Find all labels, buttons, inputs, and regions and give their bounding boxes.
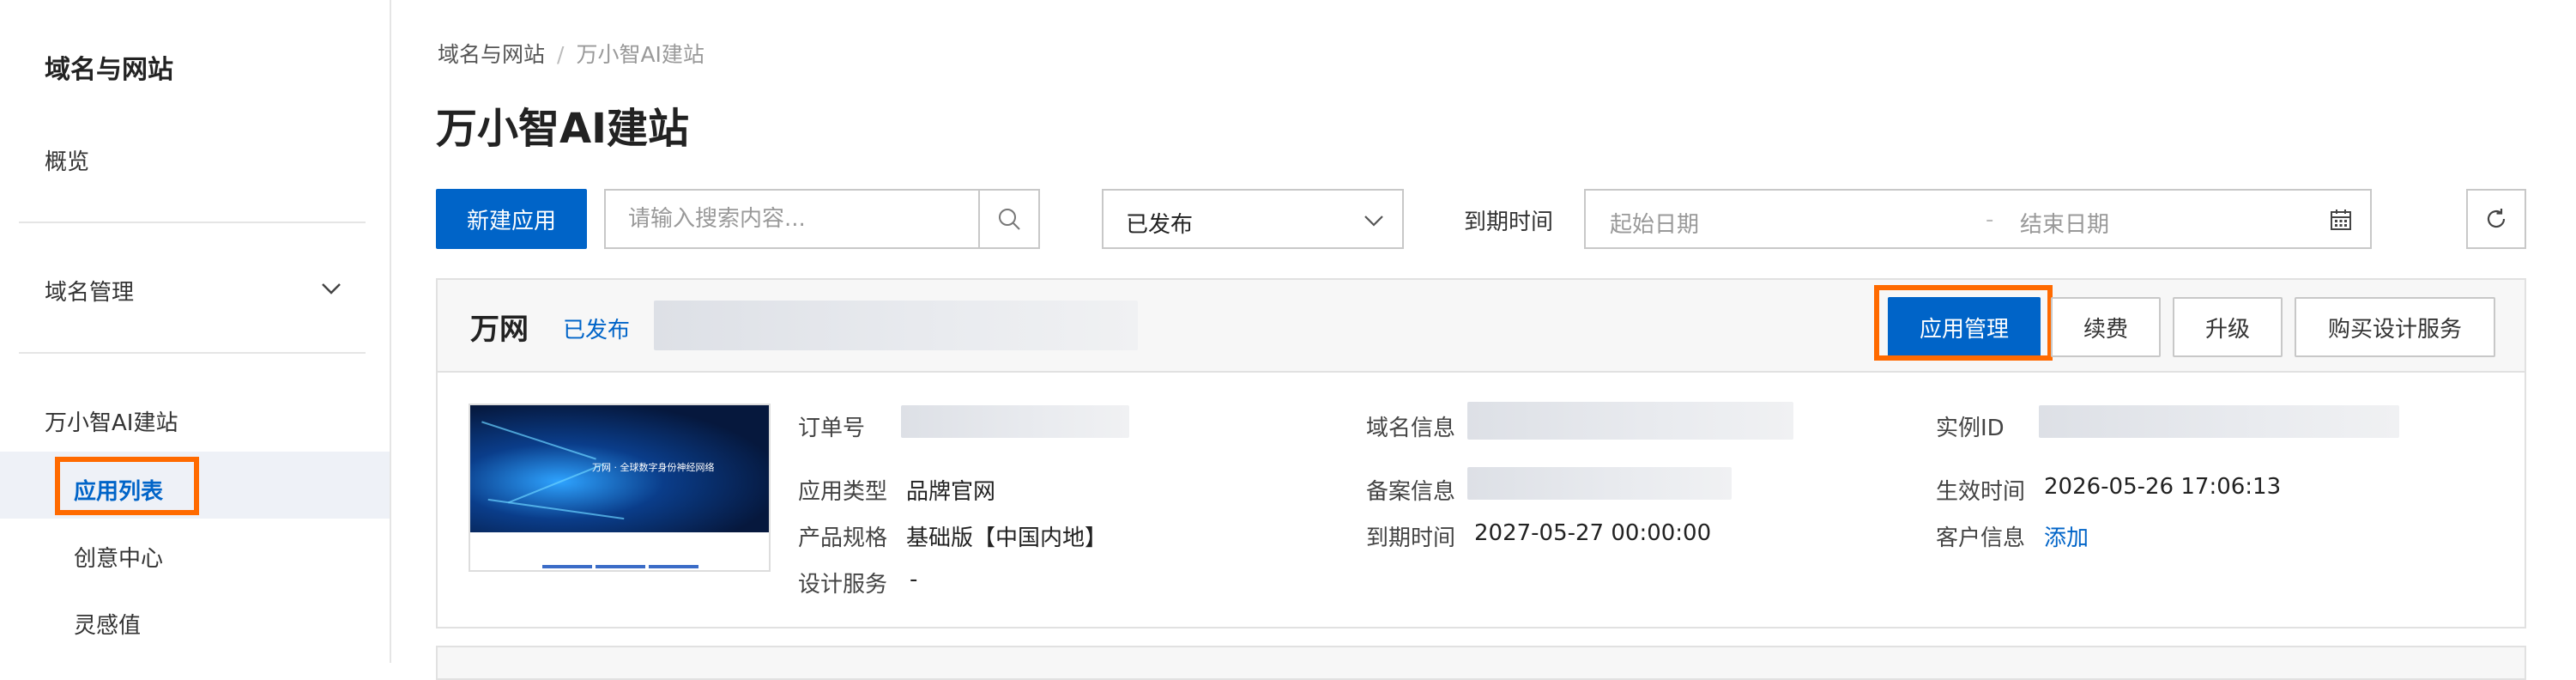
spec-value: 基础版【中国内地】 [906, 525, 1108, 551]
main-content: 域名与网站 / 万小智AI建站 万小智AI建站 新建应用 已发布 到期时间 起始日期… [391, 0, 2576, 680]
instance-id-label: 实例ID [1936, 416, 2005, 441]
expire-filter-label: 到期时间 [1464, 209, 1554, 235]
app-type-label: 应用类型 [798, 479, 888, 505]
sidebar-item-domain-management[interactable]: 域名管理 [45, 275, 134, 307]
thumbnail-tab [649, 565, 698, 568]
highlight-box [55, 457, 199, 515]
search-button[interactable] [978, 191, 1038, 247]
redacted-domain [1467, 402, 1793, 440]
start-date-input[interactable]: 起始日期 [1610, 207, 1699, 239]
chevron-down-icon[interactable] [319, 276, 343, 301]
refresh-icon [2487, 209, 2506, 228]
customer-info-label: 客户信息 [1936, 525, 2026, 551]
upgrade-button[interactable]: 升级 [2173, 297, 2283, 357]
sidebar-item-creative-center[interactable]: 创意中心 [74, 541, 163, 573]
new-app-button[interactable]: 新建应用 [436, 189, 587, 249]
design-service-value: - [910, 567, 918, 592]
highlight-box [1874, 285, 2053, 361]
search-box [604, 189, 1040, 249]
renew-button[interactable]: 续费 [2051, 297, 2161, 357]
calendar-icon[interactable] [2329, 208, 2353, 232]
redacted-instance-id [2039, 405, 2399, 438]
app-card [436, 646, 2526, 680]
order-no-label: 订单号 [798, 416, 866, 441]
date-range-picker[interactable]: 起始日期 - 结束日期 [1584, 189, 2372, 249]
date-separator: - [1986, 207, 1994, 233]
redacted-icp [1467, 467, 1732, 500]
sidebar-item-overview[interactable]: 概览 [45, 144, 89, 176]
app-card-header: 万网 已发布 应用管理 续费 升级 购买设计服务 [438, 280, 2525, 373]
status-select-value: 已发布 [1126, 212, 1194, 238]
breadcrumb-root[interactable]: 域名与网站 [438, 42, 545, 67]
breadcrumb-separator: / [557, 42, 565, 67]
refresh-button[interactable] [2466, 189, 2526, 249]
effective-time-value: 2026-05-26 17:06:13 [2044, 474, 2282, 500]
end-date-input[interactable]: 结束日期 [2020, 207, 2109, 239]
sidebar-item-ai-site[interactable]: 万小智AI建站 [45, 405, 178, 437]
domain-info-label: 域名信息 [1366, 416, 1456, 441]
site-thumbnail[interactable]: 万网 · 全球数字身份神经网络 [469, 404, 771, 572]
thumbnail-tab [542, 565, 592, 568]
effective-time-label: 生效时间 [1936, 479, 2026, 505]
search-icon [999, 209, 1020, 230]
sidebar-item-inspiration[interactable]: 灵感值 [74, 608, 141, 640]
add-customer-link[interactable]: 添加 [2044, 520, 2089, 552]
breadcrumb-current: 万小智AI建站 [576, 42, 704, 67]
expire-time-value: 2027-05-27 00:00:00 [1474, 520, 1712, 546]
expire-time-label: 到期时间 [1366, 525, 1456, 551]
sidebar-divider [19, 222, 366, 223]
app-card: 万网 已发布 应用管理 续费 升级 购买设计服务 万网 · 全球数字身份神经网络… [436, 278, 2526, 628]
buy-design-service-button[interactable]: 购买设计服务 [2295, 297, 2495, 357]
redacted-order-no [901, 405, 1129, 438]
design-service-label: 设计服务 [798, 572, 888, 598]
chevron-down-icon [1364, 216, 1383, 227]
spec-label: 产品规格 [798, 525, 888, 551]
redacted-url [654, 301, 1138, 350]
status-select[interactable]: 已发布 [1102, 189, 1404, 249]
breadcrumb: 域名与网站 / 万小智AI建站 [438, 38, 704, 69]
sidebar: 域名与网站 概览 域名管理 万小智AI建站 应用列表 创意中心 灵感值 [0, 0, 391, 663]
app-type-value: 品牌官网 [906, 479, 996, 505]
sidebar-title: 域名与网站 [45, 55, 173, 85]
thumbnail-tab [596, 565, 645, 568]
page-title: 万小智AI建站 [436, 105, 690, 153]
search-input[interactable] [606, 191, 980, 247]
thumbnail-headline: 万网 · 全球数字身份神经网络 [592, 462, 715, 473]
icp-info-label: 备案信息 [1366, 479, 1456, 505]
sidebar-divider [19, 352, 366, 354]
app-name: 万网 [470, 313, 529, 347]
app-status-badge: 已发布 [563, 318, 631, 343]
